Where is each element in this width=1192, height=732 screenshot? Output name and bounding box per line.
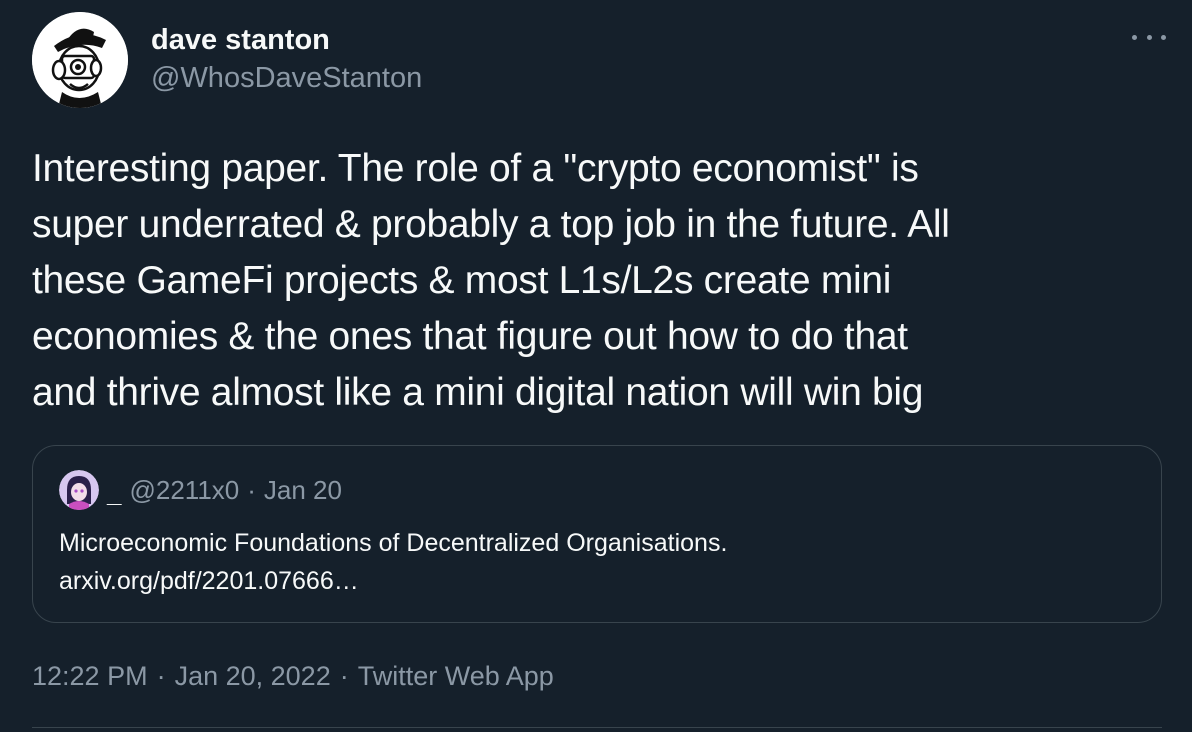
tweet: dave stanton @WhosDaveStanton Interestin… — [0, 0, 1192, 732]
author-avatar[interactable] — [32, 12, 128, 108]
tweet-time[interactable]: 12:22 PM — [32, 658, 148, 694]
tweet-meta: 12:22 PM · Jan 20, 2022 · Twitter Web Ap… — [32, 658, 554, 694]
quote-avatar — [59, 470, 99, 510]
quote-link[interactable]: arxiv.org/pdf/2201.07666… — [59, 562, 727, 600]
quote-author-handle[interactable]: @2211x0 — [129, 475, 239, 506]
quote-header: _ @2211x0 · Jan 20 — [59, 470, 342, 510]
more-horizontal-icon[interactable] — [1128, 22, 1170, 52]
quote-separator: · — [247, 474, 256, 505]
quote-date[interactable]: Jan 20 — [264, 475, 342, 506]
tweet-text-line: super underrated & probably a top job in… — [32, 203, 950, 246]
quote-body: Microeconomic Foundations of Decentraliz… — [59, 524, 727, 600]
meta-separator: · — [339, 661, 349, 691]
more-dot — [1146, 34, 1152, 40]
divider — [32, 727, 1162, 728]
author-handle[interactable]: @WhosDaveStanton — [151, 58, 422, 98]
author-display-name[interactable]: dave stanton — [151, 22, 422, 58]
tweet-source[interactable]: Twitter Web App — [358, 658, 554, 694]
tweet-header: dave stanton @WhosDaveStanton — [32, 12, 422, 108]
tweet-date[interactable]: Jan 20, 2022 — [175, 658, 331, 694]
tweet-text-line: Interesting paper. The role of a "crypto… — [32, 147, 919, 190]
tweet-text-line: economies & the ones that figure out how… — [32, 315, 908, 358]
tweet-text: Interesting paper. The role of a "crypto… — [32, 141, 1172, 421]
more-dot — [1161, 34, 1166, 40]
quote-author-name[interactable]: _ — [107, 478, 121, 509]
author-names: dave stanton @WhosDaveStanton — [151, 22, 422, 98]
meta-separator: · — [156, 661, 166, 691]
quote-tweet-card[interactable]: _ @2211x0 · Jan 20 Microeconomic Foundat… — [32, 445, 1162, 623]
tweet-text-line: these GameFi projects & most L1s/L2s cre… — [32, 259, 892, 302]
quote-text: Microeconomic Foundations of Decentraliz… — [59, 529, 728, 557]
tweet-text-line: and thrive almost like a mini digital na… — [32, 371, 924, 414]
more-dot — [1132, 34, 1137, 40]
